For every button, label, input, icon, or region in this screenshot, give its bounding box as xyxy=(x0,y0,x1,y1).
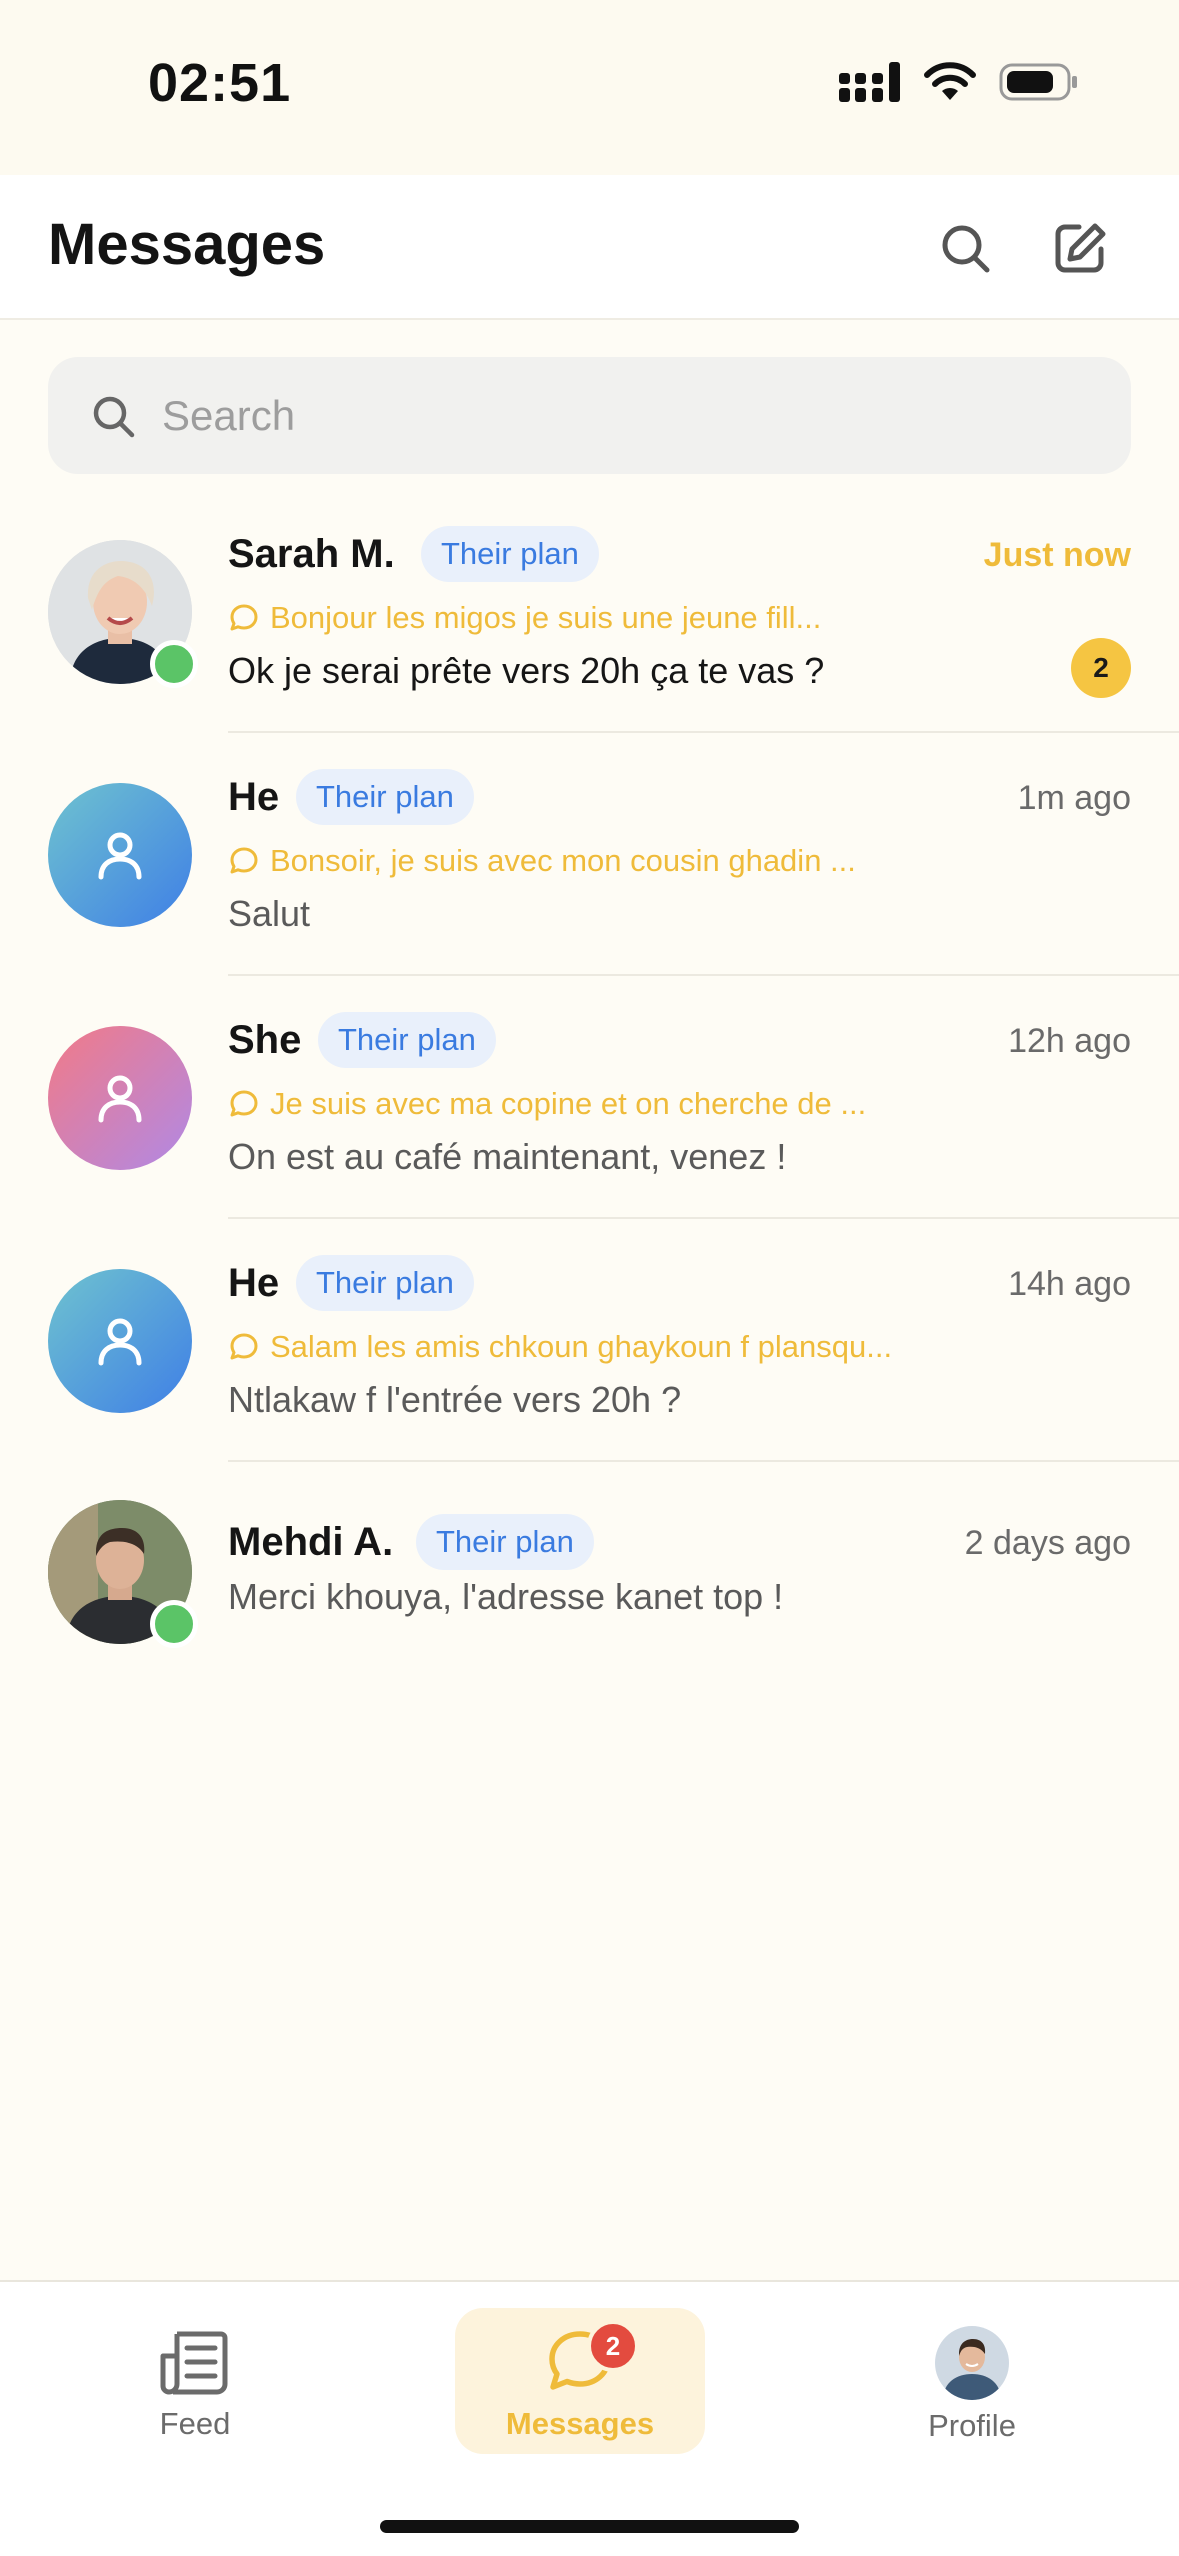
plan-quote: Je suis avec ma copine et on cherche de … xyxy=(228,1086,866,1122)
contact-name: He xyxy=(228,1261,280,1305)
online-status-dot xyxy=(150,640,198,688)
plan-badge: Their plan xyxy=(296,769,474,825)
compose-icon xyxy=(1055,223,1106,273)
message-time: 12h ago xyxy=(1008,1022,1131,1060)
avatar xyxy=(48,1269,192,1413)
header: Messages xyxy=(0,175,1179,320)
chat-bubble-icon xyxy=(230,1333,258,1360)
search-icon xyxy=(942,225,990,273)
contact-name: Sarah M. xyxy=(228,532,395,576)
nav-messages-label: Messages xyxy=(505,2406,655,2441)
message-time: 2 days ago xyxy=(964,1524,1131,1562)
battery-icon xyxy=(999,63,1077,101)
conversation-item[interactable]: Sarah M. Their plan Just now Bonjour les… xyxy=(0,490,1179,733)
nav-messages[interactable]: 2 Messages xyxy=(455,2308,705,2454)
plan-badge: Their plan xyxy=(296,1255,474,1311)
last-message: Merci khouya, l'adresse kanet top ! xyxy=(228,1576,784,1617)
search-input[interactable] xyxy=(162,391,1062,440)
nav-messages-badge: 2 xyxy=(587,2320,639,2372)
plan-quote: Salam les amis chkoun ghaykoun f plansqu… xyxy=(228,1329,892,1365)
status-time: 02:51 xyxy=(148,53,292,113)
unread-count-badge: 2 xyxy=(1071,638,1131,698)
wifi-icon xyxy=(924,62,976,100)
plan-badge: Their plan xyxy=(318,1012,496,1068)
home-indicator[interactable] xyxy=(380,2520,799,2533)
plan-quote-text: Salam les amis chkoun ghaykoun f plansqu… xyxy=(270,1329,893,1364)
newspaper-icon xyxy=(160,2331,228,2395)
plan-quote-text: Je suis avec ma copine et on cherche de … xyxy=(270,1086,867,1121)
contact-name: She xyxy=(228,1018,302,1062)
status-icons xyxy=(839,62,1079,102)
plan-quote-text: Bonjour les migos je suis une jeune fill… xyxy=(270,600,822,635)
conversation-item[interactable]: Mehdi A. Their plan 2 days ago Merci kho… xyxy=(0,1450,1179,1660)
plan-badge: Their plan xyxy=(416,1514,594,1570)
profile-avatar xyxy=(935,2326,1009,2400)
contact-name: He xyxy=(228,775,280,819)
plan-badge: Their plan xyxy=(421,526,599,582)
plan-quote-text: Bonsoir, je suis avec mon cousin ghadin … xyxy=(270,843,856,878)
person-icon xyxy=(98,1318,142,1366)
search-icon xyxy=(93,396,135,437)
nav-profile-label: Profile xyxy=(928,2408,1016,2443)
message-time: Just now xyxy=(983,536,1131,574)
last-message: Ok je serai prête vers 20h ça te vas ? xyxy=(228,650,825,691)
conversation-item[interactable]: She Their plan 12h ago Je suis avec ma c… xyxy=(0,976,1179,1219)
compose-button[interactable] xyxy=(1045,213,1115,283)
page-title: Messages xyxy=(48,212,326,277)
avatar xyxy=(48,1026,192,1170)
cellular-signal-icon xyxy=(839,62,900,102)
person-icon xyxy=(98,1075,142,1123)
search-button[interactable] xyxy=(930,213,1000,283)
bottom-navigation: Feed 2 Messages Profile xyxy=(0,2280,1179,2556)
chat-bubble-icon xyxy=(230,604,258,631)
chat-bubble-icon xyxy=(230,847,258,874)
nav-feed[interactable]: Feed xyxy=(70,2308,320,2454)
last-message: Salut xyxy=(228,893,311,934)
last-message: Ntlakaw f l'entrée vers 20h ? xyxy=(228,1379,682,1420)
avatar xyxy=(48,783,192,927)
conversation-item[interactable]: He Their plan 1m ago Bonsoir, je suis av… xyxy=(0,733,1179,976)
contact-name: Mehdi A. xyxy=(228,1520,394,1564)
message-time: 1m ago xyxy=(1017,779,1131,817)
nav-profile[interactable]: Profile xyxy=(847,2308,1097,2454)
search-bar[interactable] xyxy=(48,357,1131,474)
conversation-item[interactable]: He Their plan 14h ago Salam les amis chk… xyxy=(0,1219,1179,1462)
online-status-dot xyxy=(150,1600,198,1648)
last-message: On est au café maintenant, venez ! xyxy=(228,1136,787,1177)
status-bar: 02:51 xyxy=(0,0,1179,175)
plan-quote: Bonsoir, je suis avec mon cousin ghadin … xyxy=(228,843,856,879)
chat-bubble-icon xyxy=(230,1090,258,1117)
message-time: 14h ago xyxy=(1008,1265,1131,1303)
plan-quote: Bonjour les migos je suis une jeune fill… xyxy=(228,600,821,636)
nav-feed-label: Feed xyxy=(159,2406,231,2441)
person-icon xyxy=(98,832,142,880)
